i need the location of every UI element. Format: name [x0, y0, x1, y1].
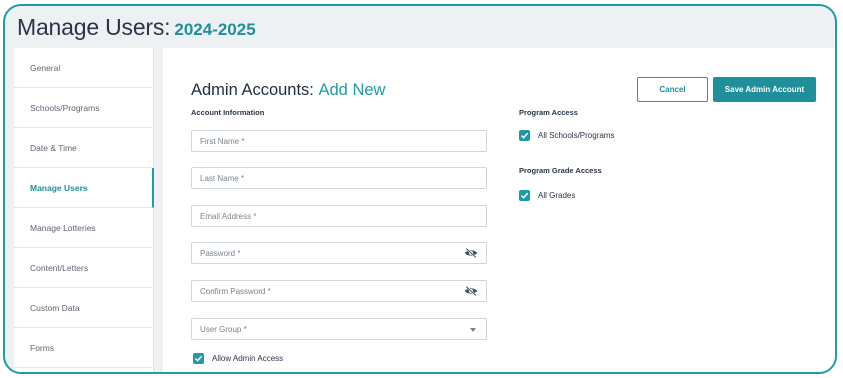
confirm-password-field[interactable]: Confirm Password * [191, 280, 487, 302]
cancel-button[interactable]: Cancel [637, 77, 708, 102]
eye-off-icon[interactable] [464, 247, 478, 259]
main-panel: Admin Accounts: Add New Cancel Save Admi… [163, 48, 835, 372]
email-placeholder: Email Address * [200, 211, 257, 221]
all-grades-row[interactable]: All Grades [519, 190, 575, 201]
check-icon [194, 355, 203, 362]
check-icon [520, 192, 529, 199]
all-schools-programs-label: All Schools/Programs [538, 131, 615, 140]
program-access-label: Program Access [519, 108, 578, 117]
confirm-password-placeholder: Confirm Password * [200, 286, 271, 296]
user-group-placeholder: User Group * [200, 324, 247, 334]
first-name-placeholder: First Name * [200, 136, 245, 146]
sidebar-item-custom-data[interactable]: Custom Data [14, 288, 154, 328]
sidebar-item-content-letters[interactable]: Content/Letters [14, 248, 154, 288]
heading-action: Add New [318, 81, 386, 99]
school-year: 2024-2025 [174, 20, 256, 39]
allow-admin-access-label: Allow Admin Access [212, 354, 284, 363]
last-name-field[interactable]: Last Name * [191, 167, 487, 189]
sidebar-item-general[interactable]: General [14, 48, 154, 88]
check-icon [520, 132, 529, 139]
form-heading: Admin Accounts: Add New [191, 81, 385, 100]
password-placeholder: Password * [200, 248, 241, 258]
program-grade-access-label: Program Grade Access [519, 166, 602, 175]
all-grades-label: All Grades [538, 191, 576, 200]
all-schools-programs-checkbox[interactable] [519, 130, 530, 141]
heading-section: Admin Accounts: [191, 81, 314, 99]
sidebar-item-date-time[interactable]: Date & Time [14, 128, 154, 168]
allow-admin-access-row[interactable]: Allow Admin Access [193, 353, 283, 364]
user-group-select[interactable]: User Group * [191, 318, 487, 340]
all-schools-programs-row[interactable]: All Schools/Programs [519, 130, 614, 141]
save-admin-account-button[interactable]: Save Admin Account [713, 77, 816, 102]
page-header: Manage Users: 2024-2025 [17, 14, 256, 44]
password-field[interactable]: Password * [191, 242, 487, 264]
sidebar-item-schools-programs[interactable]: Schools/Programs [14, 88, 154, 128]
sidebar-item-manage-lotteries[interactable]: Manage Lotteries [14, 208, 154, 248]
allow-admin-access-checkbox[interactable] [193, 353, 204, 364]
chevron-down-icon [470, 328, 476, 332]
account-information-label: Account Information [191, 108, 265, 117]
last-name-placeholder: Last Name * [200, 173, 245, 183]
first-name-field[interactable]: First Name * [191, 130, 487, 152]
eye-off-icon[interactable] [464, 285, 478, 297]
app-window: Manage Users: 2024-2025 General Schools/… [3, 4, 837, 374]
all-grades-checkbox[interactable] [519, 190, 530, 201]
sidebar-item-manage-users[interactable]: Manage Users [14, 168, 154, 208]
sidebar-item-forms[interactable]: Forms [14, 328, 154, 368]
email-field[interactable]: Email Address * [191, 205, 487, 227]
settings-sidebar: General Schools/Programs Date & Time Man… [14, 48, 154, 372]
page-title: Manage Users: [17, 14, 171, 40]
